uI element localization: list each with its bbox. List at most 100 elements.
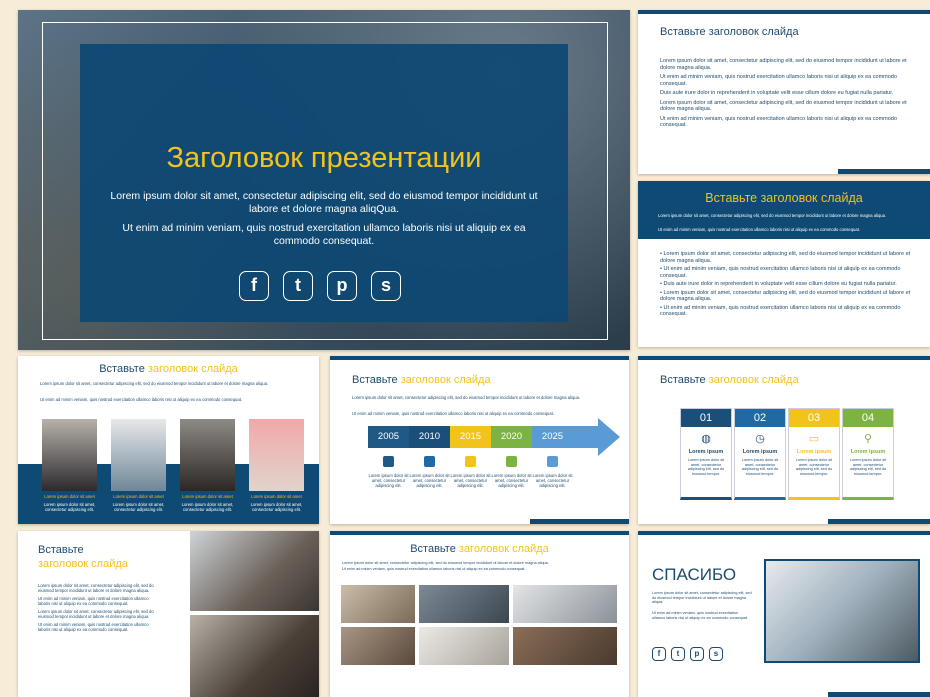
bullet-text: Ut enim ad minim veniam, quis nostrud ex… [660,266,901,279]
facebook-icon[interactable]: f [239,271,269,301]
twitter-icon[interactable]: t [283,271,313,301]
thanks-paragraph-2: Ut enim ad minim veniam, quis nostrud ex… [652,611,749,620]
photo-team-meeting [190,531,319,611]
facebook-icon[interactable]: f [652,647,666,661]
top-bar [330,356,629,360]
thanks-paragraph-1: Lorem ipsum dolor sit amet, consectetur … [652,591,752,605]
card-number: 01 [681,409,731,427]
intro-2: Ut enim ad minim veniam, quis nostrud ex… [40,397,243,402]
main-paragraph-1: Lorem ipsum dolor sit amet, consectetur … [110,190,538,215]
gallery-photo [341,627,415,665]
paragraph: Lorem ipsum dolor sit amet, consectetur … [38,583,154,593]
year-row: 2005 2010 2015 2020 2025 [368,426,573,448]
title-part: Вставьте [99,363,148,375]
skype-icon[interactable]: s [371,271,401,301]
paragraph: Lorem ipsum dolor sit amet, consectetur … [660,99,907,113]
header-text-2: Ut enim ad minim veniam, quis nostrud ex… [658,227,861,232]
thanks-title: СПАСИБО [652,565,737,584]
title-part: Вставьте [352,374,401,386]
milestone-icon [506,456,517,467]
slide-text-2[interactable]: Вставьте заголовок слайда Lorem ipsum do… [638,181,930,347]
paragraph: Duis aute irure dolor in reprehenderit i… [660,90,894,96]
card-number: 02 [735,409,785,427]
bottom-bar [530,519,629,524]
milestone: Lorem ipsum dolor sit amet, consectetur … [409,456,450,488]
slide-title: Вставьте заголовок слайда [660,26,799,38]
milestone-icon [424,456,435,467]
social-icons: f t p s [652,647,723,661]
slide-thanks[interactable]: СПАСИБО Lorem ipsum dolor sit amet, cons… [638,531,930,697]
member-desc: Lorem ipsum dolor sit amet, consectetur … [112,502,165,512]
location-icon: ⚲ [863,433,873,445]
member-name: Lorem ipsum dolor sit amet [113,494,164,499]
slide-text-1[interactable]: Вставьте заголовок слайда Lorem ipsum do… [638,10,930,174]
title-slide[interactable]: Заголовок презентации Lorem ipsum dolor … [18,10,630,350]
card-desc: Lorem ipsum dolor sit amet, consectetur … [687,458,725,476]
photo-grid [341,585,619,665]
year-cell: 2025 [532,426,573,448]
member-photo [249,419,304,491]
card: 01 ◍ Lorem ipsum Lorem ipsum dolor sit a… [680,408,732,500]
member-photo [42,419,97,491]
gallery-photo [341,585,415,623]
milestone-text: Lorem ipsum dolor sit amet, consectetur … [532,473,573,488]
team-member: Lorem ipsum dolor sit amet Lorem ipsum d… [42,419,97,512]
bullet: • Ut enim ad minim veniam, quis nostrud … [660,304,901,318]
team-members: Lorem ipsum dolor sit amet Lorem ipsum d… [42,419,304,512]
paragraph: Ut enim ad minim veniam, quis nostrud ex… [38,596,149,606]
slide-cards[interactable]: Вставьте заголовок слайда 01 ◍ Lorem ips… [638,356,930,524]
top-bar [638,356,930,360]
milestones: Lorem ipsum dolor sit amet, consectetur … [368,456,573,488]
twitter-icon[interactable]: t [671,647,685,661]
slide-title: Вставьте заголовок слайда [38,543,128,571]
pinterest-icon[interactable]: p [690,647,704,661]
card: 02 ◷ Lorem ipsum Lorem ipsum dolor sit a… [734,408,786,500]
bottom-bar [828,692,930,697]
photo-video-call [190,615,319,697]
milestone-icon [383,456,394,467]
card-label: Lorem ipsum [688,449,724,455]
header-text-1: Lorem ipsum dolor sit amet, consectetur … [658,213,887,218]
paragraph: Ut enim ad minim veniam, quis nostrud ex… [38,622,149,632]
cards: 01 ◍ Lorem ipsum Lorem ipsum dolor sit a… [680,408,894,500]
milestone: Lorem ipsum dolor sit amet, consectetur … [532,456,573,488]
bullet-text: Duis aute irure dolor in reprehenderit i… [663,281,897,287]
milestone: Lorem ipsum dolor sit amet, consectetur … [450,456,491,488]
year-cell: 2020 [491,426,532,448]
year-cell: 2010 [409,426,450,448]
title-part: Вставьте [410,543,459,555]
title-highlight: заголовок слайда [708,374,799,386]
slide-text-photos[interactable]: Вставьте заголовок слайда Lorem ipsum do… [18,531,319,697]
member-desc: Lorem ipsum dolor sit amet, consectetur … [43,502,96,512]
bottom-bar [828,519,930,524]
paragraph: Ut enim ad minim veniam, quis nostrud ex… [660,74,897,87]
top-bar [330,531,629,535]
card-label: Lorem ipsum [850,449,886,455]
paragraphs: Lorem ipsum dolor sit amet, consectetur … [660,58,910,129]
arrow-head [598,418,620,456]
presentation-title: Заголовок презентации [166,142,482,174]
milestone-icon [465,456,476,467]
title-highlight: заголовок слайда [458,543,549,555]
card: 04 ⚲ Lorem ipsum Lorem ipsum dolor sit a… [842,408,894,500]
bottom-bar [838,169,930,174]
milestone: Lorem ipsum dolor sit amet, consectetur … [491,456,532,488]
bullet: • Lorem ipsum dolor sit amet, consectetu… [660,251,911,264]
title-part: Вставьте [38,544,84,556]
slide-gallery[interactable]: Вставьте заголовок слайда Lorem ipsum do… [330,531,629,697]
card-number: 04 [843,409,893,427]
bullet-text: Lorem ipsum dolor sit amet, consectetur … [660,251,911,264]
slide-timeline[interactable]: Вставьте заголовок слайда Lorem ipsum do… [330,356,629,524]
bullet-text: Lorem ipsum dolor sit amet, consectetur … [660,289,911,303]
pinterest-icon[interactable]: p [327,271,357,301]
skype-icon[interactable]: s [709,647,723,661]
bullet-list: • Lorem ipsum dolor sit amet, consectetu… [660,251,918,318]
card-desc: Lorem ipsum dolor sit amet, consectetur … [741,458,779,476]
bullet: • Lorem ipsum dolor sit amet, consectetu… [660,289,911,303]
paragraph: Ut enim ad minim veniam, quis nostrud ex… [660,115,897,129]
card-desc: Lorem ipsum dolor sit amet, consectetur … [795,458,833,476]
gallery-photo [513,627,617,665]
slide-title: Вставьте заголовок слайда [660,374,799,386]
slide-team[interactable]: Вставьте заголовок слайда Lorem ipsum do… [18,356,319,524]
card-label: Lorem ipsum [742,449,778,455]
